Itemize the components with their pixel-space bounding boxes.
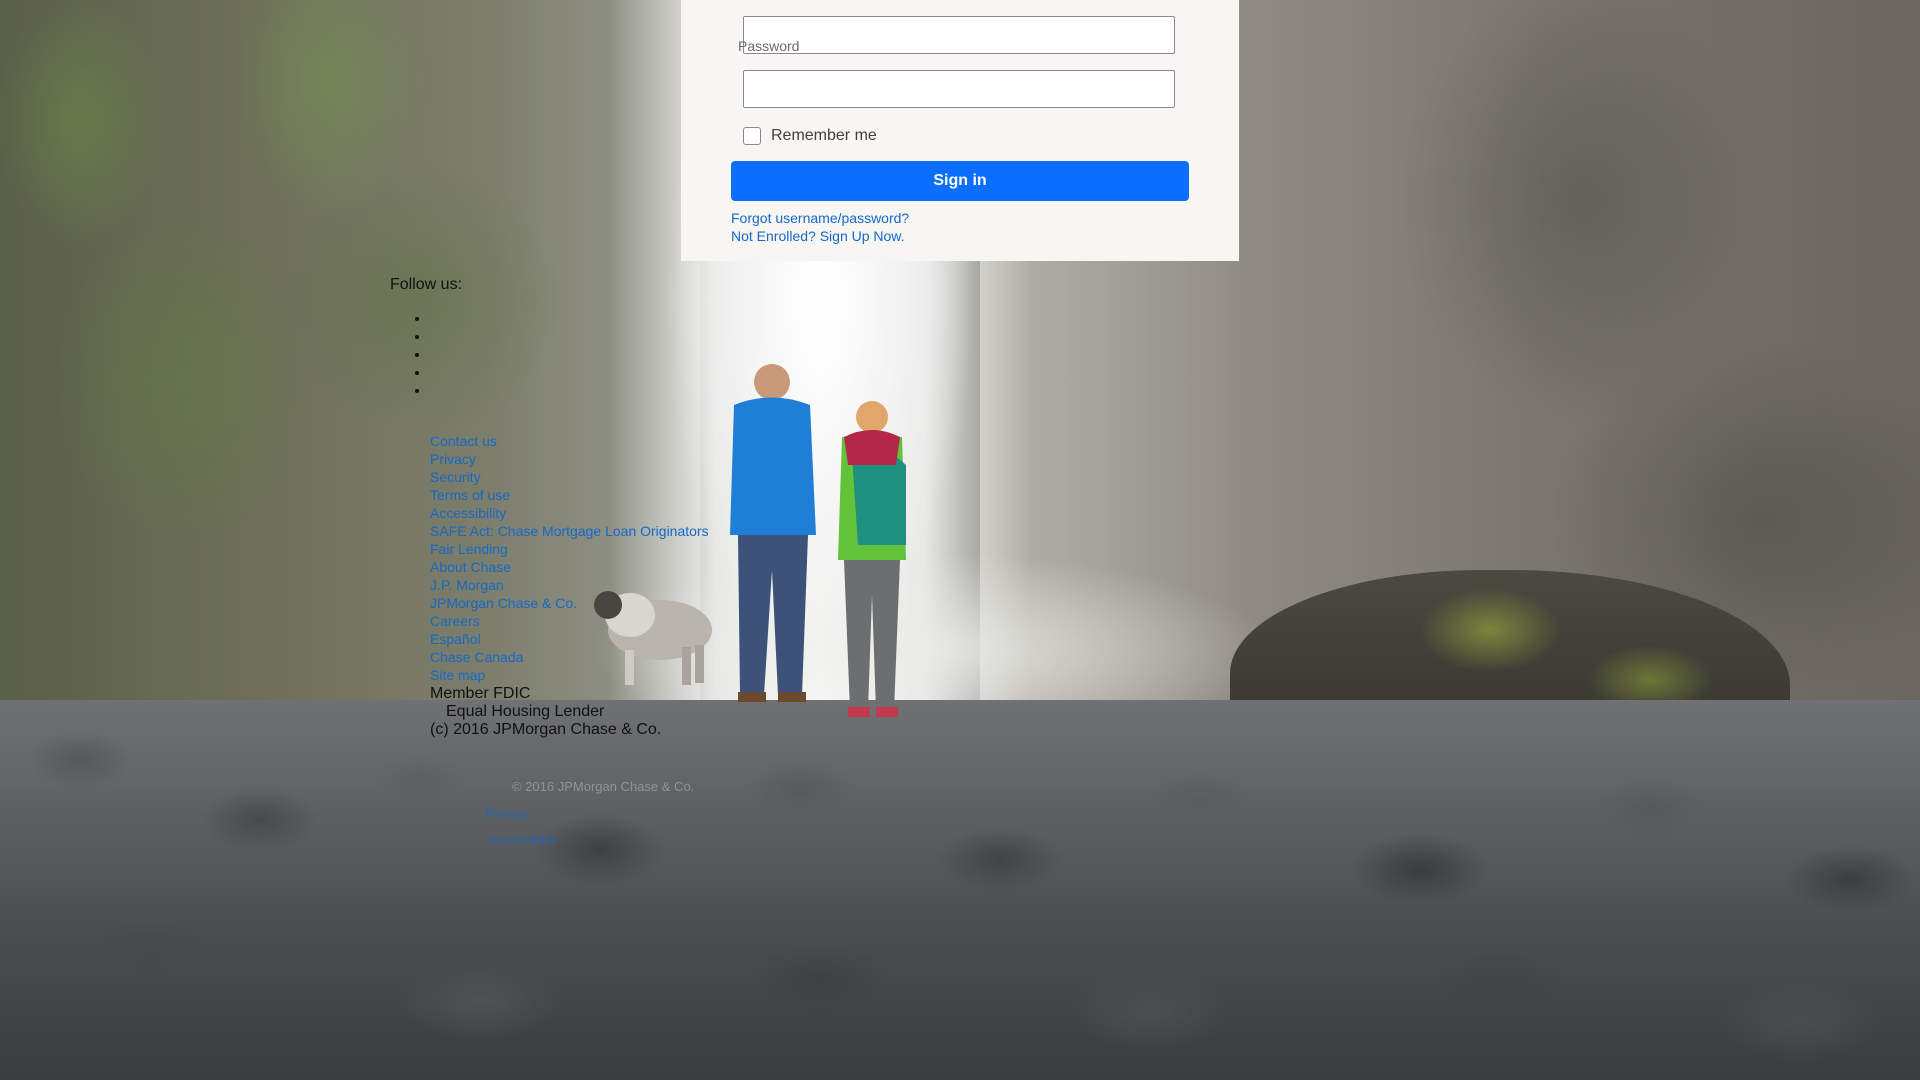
footer-link-item: Chase Canada bbox=[430, 648, 709, 666]
member-fdic-text: Member FDIC bbox=[430, 685, 531, 702]
site-map-link[interactable]: Site map bbox=[430, 667, 485, 683]
login-panel: Password Remember me Sign in Forgot user… bbox=[681, 0, 1239, 261]
security-link[interactable]: Security bbox=[430, 469, 481, 485]
footer-link-item: JPMorgan Chase & Co. bbox=[430, 594, 709, 612]
password-label: Password bbox=[738, 38, 800, 54]
rocky-shore bbox=[0, 700, 1920, 1080]
fair-lending-link[interactable]: Fair Lending bbox=[430, 541, 508, 557]
footer-link-item: Privacy bbox=[430, 450, 709, 468]
remember-me-label[interactable]: Remember me bbox=[771, 127, 877, 145]
safe-act-link[interactable]: SAFE Act: Chase Mortgage Loan Originator… bbox=[430, 523, 709, 539]
espanol-link[interactable]: Español bbox=[430, 631, 481, 647]
password-input[interactable] bbox=[743, 70, 1175, 108]
woman-figure bbox=[838, 401, 906, 717]
social-icons-list bbox=[390, 309, 430, 399]
footer-link-item: J.P. Morgan bbox=[430, 576, 709, 594]
footer-link-item: Español bbox=[430, 630, 709, 648]
footer-link-item: Careers bbox=[430, 612, 709, 630]
follow-us-label: Follow us: bbox=[390, 276, 463, 293]
sub-accessibility-link[interactable]: Accessibility bbox=[487, 832, 558, 847]
sign-in-button[interactable]: Sign in bbox=[731, 161, 1189, 201]
careers-link[interactable]: Careers bbox=[430, 613, 480, 629]
accessibility-link[interactable]: Accessibility bbox=[430, 505, 506, 521]
enroll-link[interactable]: Not Enrolled? Sign Up Now. bbox=[731, 228, 905, 244]
remember-me-checkbox[interactable] bbox=[743, 127, 761, 145]
footer-links: Contact us Privacy Security Terms of use… bbox=[390, 432, 709, 684]
footer-link-item: Security bbox=[430, 468, 709, 486]
copyright-text: (c) 2016 JPMorgan Chase & Co. bbox=[430, 721, 662, 738]
forgot-credentials-link[interactable]: Forgot username/password? bbox=[731, 210, 909, 226]
contact-us-link[interactable]: Contact us bbox=[430, 433, 497, 449]
remember-me-row: Remember me bbox=[743, 127, 877, 145]
about-chase-link[interactable]: About Chase bbox=[430, 559, 511, 575]
privacy-link[interactable]: Privacy bbox=[430, 451, 476, 467]
footer-link-item: SAFE Act: Chase Mortgage Loan Originator… bbox=[430, 522, 709, 540]
man-figure bbox=[730, 364, 816, 702]
footer-link-item: About Chase bbox=[430, 558, 709, 576]
equal-housing-text: Equal Housing Lender bbox=[446, 703, 605, 720]
footer-link-item: Site map bbox=[430, 666, 709, 684]
footer-link-item: Contact us bbox=[430, 432, 709, 450]
footer-link-item: Terms of use bbox=[430, 486, 709, 504]
sub-privacy-link[interactable]: Privacy bbox=[485, 806, 528, 821]
chase-canada-link[interactable]: Chase Canada bbox=[430, 649, 523, 665]
username-input[interactable] bbox=[743, 16, 1175, 54]
sub-privacy-link-wrap: Privacy bbox=[485, 806, 528, 822]
sub-copyright-text: © 2016 JPMorgan Chase & Co. bbox=[512, 779, 695, 794]
terms-of-use-link[interactable]: Terms of use bbox=[430, 487, 510, 503]
jpmorgan-chase-link[interactable]: JPMorgan Chase & Co. bbox=[430, 595, 577, 611]
jp-morgan-link[interactable]: J.P. Morgan bbox=[430, 577, 504, 593]
footer-link-item: Accessibility bbox=[430, 504, 709, 522]
footer-link-item: Fair Lending bbox=[430, 540, 709, 558]
sub-accessibility-link-wrap: Accessibility bbox=[487, 832, 558, 848]
